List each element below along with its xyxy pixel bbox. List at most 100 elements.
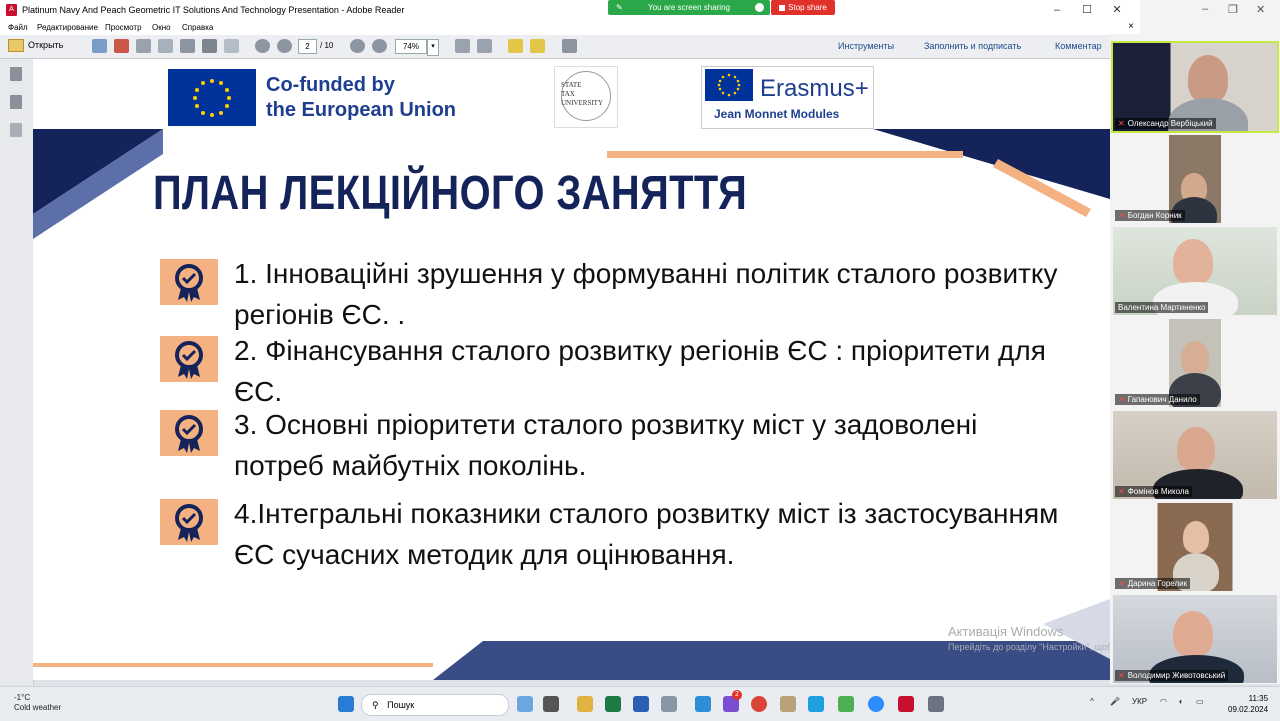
award-badge-icon (160, 410, 218, 456)
chevron-up-icon[interactable]: ^ (1090, 697, 1094, 706)
close-button[interactable]: ✕ (1102, 2, 1132, 18)
app-icon[interactable] (543, 696, 559, 712)
menu-view[interactable]: Просмотр (105, 23, 142, 32)
adobe-reader-icon: A (6, 4, 17, 16)
taskview-icon[interactable] (517, 696, 533, 712)
fill-sign-tab[interactable]: Заполнить и подписать (924, 41, 1021, 51)
close-meeting-button[interactable]: ✕ (1256, 3, 1265, 16)
telegram-icon[interactable] (695, 696, 711, 712)
edit-icon[interactable] (136, 39, 151, 53)
menu-file[interactable]: Файл (8, 23, 28, 32)
expand-icon[interactable] (562, 39, 577, 53)
pdf-icon[interactable] (114, 39, 129, 53)
participant-name: Фомінов Микола (1127, 487, 1189, 496)
tools-tab[interactable]: Инструменты (838, 41, 894, 51)
minimize-meeting-button[interactable]: – (1202, 3, 1208, 15)
zoom-icon[interactable] (868, 696, 884, 712)
mail-icon[interactable] (224, 39, 239, 53)
menu-edit[interactable]: Редактирование (37, 23, 98, 32)
maximize-button[interactable]: ☐ (1072, 2, 1102, 18)
create-icon[interactable] (92, 39, 107, 53)
participant-face (1173, 611, 1213, 657)
participant-name: Валентина Мартиненко (1118, 303, 1206, 312)
university-text: STATE TAX UNIVERSITY (561, 81, 603, 107)
participant-tile[interactable]: Валентина Мартиненко (1113, 227, 1277, 315)
adobe-reader-taskbar-icon[interactable] (898, 696, 914, 712)
next-page-icon[interactable] (277, 39, 292, 53)
windows-activation-watermark: Активація Windows Перейдіть до розділу "… (948, 624, 1110, 652)
app-icon[interactable] (838, 696, 854, 712)
zoom-dropdown-icon[interactable]: ▾ (427, 39, 439, 56)
zoom-input[interactable]: 74% (395, 39, 427, 54)
participant-tile[interactable]: ✕ Володимир Животовський (1113, 595, 1277, 683)
windows-start-icon[interactable] (338, 696, 354, 712)
restore-meeting-button[interactable]: ❐ (1228, 3, 1238, 16)
settings-icon[interactable] (928, 696, 944, 712)
chrome-icon[interactable] (751, 696, 767, 712)
save-icon[interactable] (180, 39, 195, 53)
award-badge-icon (160, 499, 218, 545)
fit-page-icon[interactable] (455, 39, 470, 53)
volume-icon[interactable]: ◖ (1178, 697, 1183, 706)
navigation-panel (0, 59, 34, 685)
participant-name: Богдан Корник (1127, 211, 1182, 220)
menu-window[interactable]: Окно (152, 23, 171, 32)
open-button[interactable]: Открыть (8, 39, 63, 52)
excel-icon[interactable] (605, 696, 621, 712)
close-document-icon[interactable]: × (1128, 21, 1134, 32)
zoom-out-icon[interactable] (350, 39, 365, 53)
weather-widget[interactable]: -1°C Cold weather (14, 693, 61, 713)
slide-bottom-accent (33, 663, 433, 667)
skype-icon[interactable] (808, 696, 824, 712)
agenda-text: 2. Фінансування сталого розвитку регіоні… (234, 335, 1046, 407)
viber-icon[interactable]: 2 (723, 690, 742, 712)
fit-width-icon[interactable] (477, 39, 492, 53)
bookmarks-icon[interactable] (10, 95, 22, 109)
state-tax-university-logo: STATE TAX UNIVERSITY (554, 66, 618, 128)
muted-mic-icon: ✕ (1118, 671, 1125, 680)
jean-monnet-label: Jean Monnet Modules (714, 107, 840, 121)
stop-share-button[interactable]: Stop share (771, 0, 835, 15)
participant-name: Дарина Горелик (1127, 579, 1188, 588)
participant-tile[interactable]: ✕ Олександр Вербіцький (1111, 41, 1279, 133)
taskbar-search[interactable]: ⚲ Пошук (361, 694, 509, 716)
muted-mic-icon: ✕ (1118, 579, 1125, 588)
windows-taskbar: -1°C Cold weather ⚲ Пошук 2 ^ 🎤 УКР ◠ ◖ … (0, 686, 1280, 721)
screenshare-status: ✎ You are screen sharing (608, 0, 770, 15)
battery-icon[interactable]: ▭ (1196, 697, 1204, 706)
page-thumbnails-icon[interactable] (10, 67, 22, 81)
participant-face (1173, 239, 1213, 285)
print-icon[interactable] (202, 39, 217, 53)
agenda-text: 3. Основні пріоритети сталого розвитку м… (234, 409, 978, 481)
minimize-button[interactable]: – (1042, 2, 1072, 18)
page-number-input[interactable]: 2 (298, 39, 317, 54)
language-indicator[interactable]: УКР (1132, 697, 1147, 706)
pin-icon: ✎ (616, 3, 623, 12)
file-explorer-icon[interactable] (577, 696, 593, 712)
participant-tile[interactable]: ✕ Гапанович Данило (1113, 319, 1277, 407)
prev-page-icon[interactable] (255, 39, 270, 53)
clock[interactable]: 11:35 09.02.2024 (1228, 693, 1268, 715)
participant-tile[interactable]: ✕ Фомінов Микола (1113, 411, 1277, 499)
comment-icon[interactable] (508, 39, 523, 53)
highlight-icon[interactable] (530, 39, 545, 53)
word-icon[interactable] (633, 696, 649, 712)
zoom-in-icon[interactable] (372, 39, 387, 53)
eu-flag-icon (168, 69, 256, 126)
presentation-slide: Co-funded by the European Union STATE TA… (33, 59, 1110, 680)
app-icon[interactable] (780, 696, 796, 712)
eu-flag-small-icon (705, 69, 753, 101)
stop-icon (779, 4, 786, 11)
participant-tile[interactable]: ✕ Богдан Корник (1113, 135, 1277, 223)
calculator-icon[interactable] (661, 696, 677, 712)
page-total: / 10 (320, 41, 334, 50)
participant-tile[interactable]: ✕ Дарина Горелик (1113, 503, 1277, 591)
search-icon: ⚲ (372, 700, 379, 710)
cloud-icon[interactable] (158, 39, 173, 53)
comment-tab[interactable]: Комментар (1055, 41, 1102, 51)
microphone-icon[interactable]: 🎤 (1110, 697, 1120, 706)
wifi-icon[interactable]: ◠ (1160, 697, 1167, 706)
eu-stars-small-icon (717, 73, 741, 97)
menu-help[interactable]: Справка (182, 23, 213, 32)
signature-icon[interactable] (10, 123, 22, 137)
